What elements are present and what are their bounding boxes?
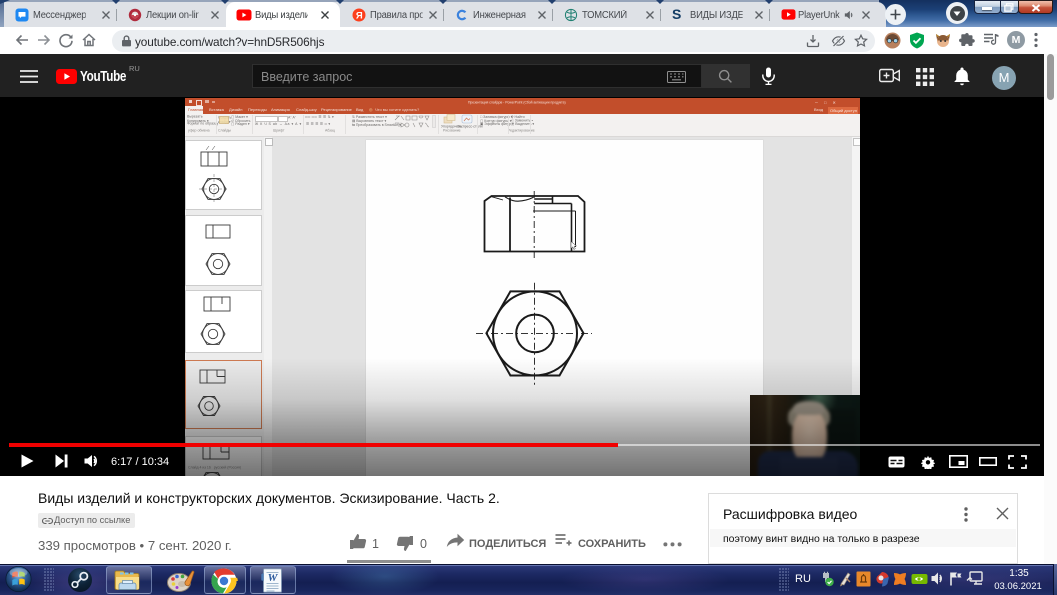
svg-text:Я: Я <box>356 10 363 21</box>
svg-text:W: W <box>268 572 279 584</box>
